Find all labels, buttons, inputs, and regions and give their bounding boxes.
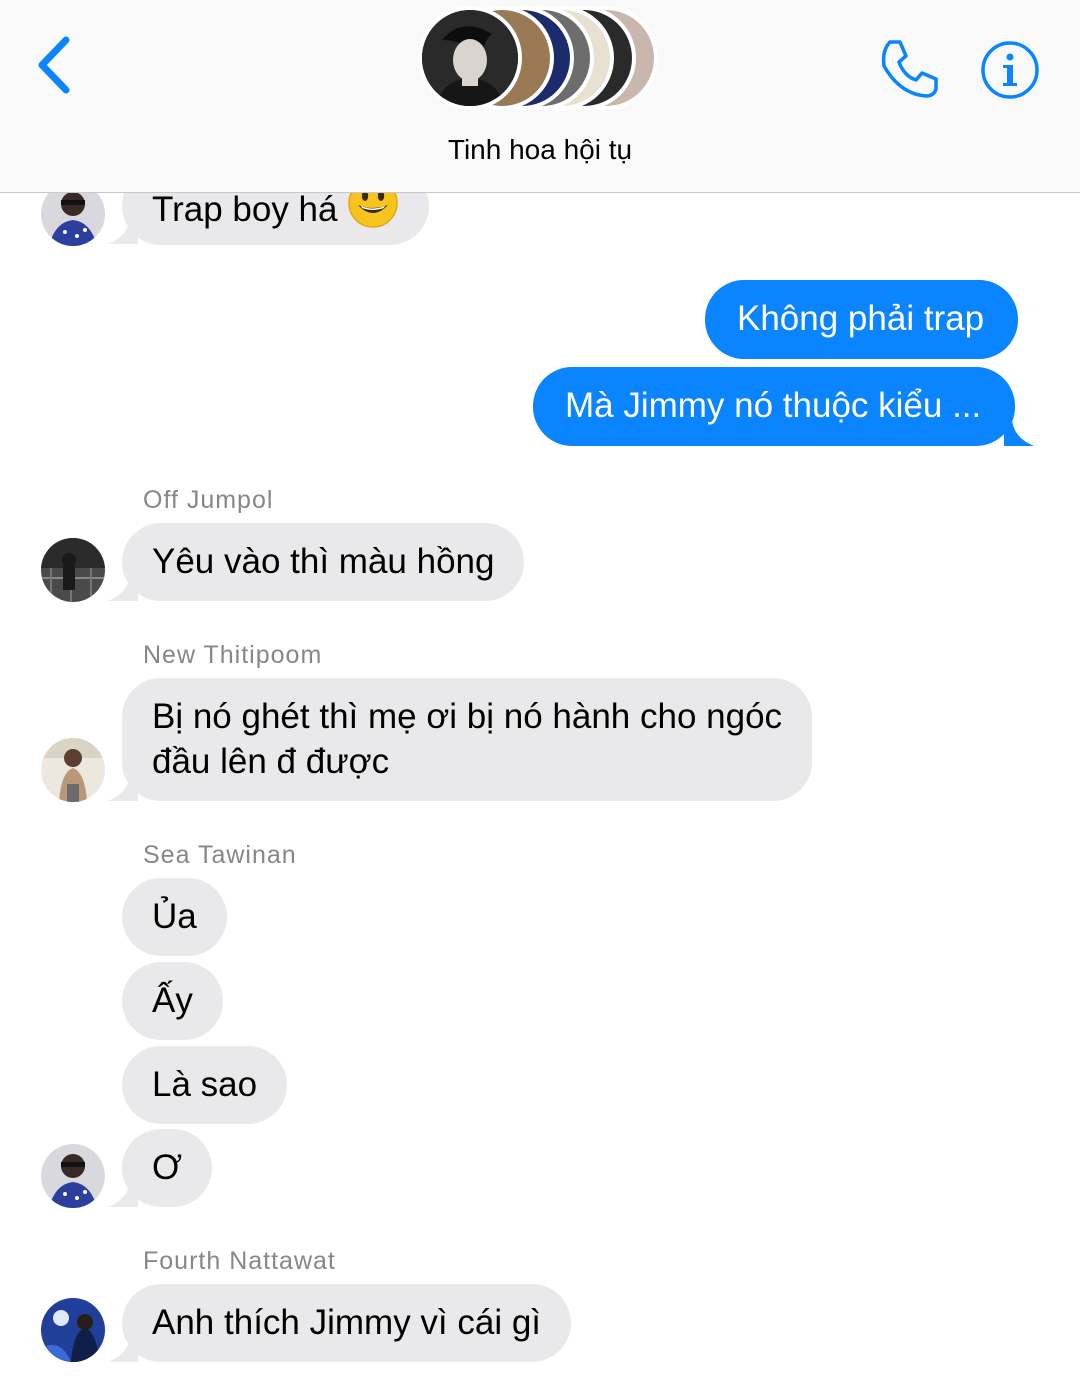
message-text: Ấy [152, 981, 193, 1020]
message-bubble-incoming[interactable]: Anh thích Jimmy vì cái gì [122, 1284, 572, 1362]
audio-call-button[interactable] [876, 36, 942, 102]
info-icon [981, 41, 1039, 99]
sender-name: Off Jumpol [143, 486, 274, 514]
group-avatar-stack[interactable] [418, 6, 668, 116]
message-bubble-incoming[interactable]: Ấy [122, 962, 223, 1040]
sender-name: Sea Tawinan [143, 841, 297, 869]
message-text: Anh thích Jimmy vì cái gì [152, 1303, 542, 1342]
message-bubble-outgoing[interactable]: Mà Jimmy nó thuộc kiểu ... [533, 367, 1016, 446]
chevron-left-icon [38, 36, 70, 94]
group-name[interactable]: Tinh hoa hội tụ [0, 134, 1080, 166]
back-button[interactable] [28, 30, 88, 100]
message-text: Yêu vào thì màu hồng [152, 542, 495, 581]
avatar-new-thitipoom[interactable] [41, 738, 105, 802]
message-list[interactable]: Trap boy há Không phải trap Mà Jimmy nó … [0, 0, 1080, 1384]
avatar-off-jumpol[interactable] [41, 538, 105, 602]
message-text-line: đầu lên đ được [152, 742, 390, 781]
message-text: Ủa [152, 897, 197, 936]
phone-icon [881, 40, 938, 98]
info-button[interactable] [978, 38, 1042, 102]
member-avatar [418, 6, 522, 110]
message-text-line: Bị nó ghét thì mẹ ơi bị nó hành cho ngóc [152, 697, 783, 736]
message-text: Trap boy há [152, 189, 338, 229]
message-text: Ơ [152, 1148, 183, 1187]
message-bubble-incoming[interactable]: Yêu vào thì màu hồng [122, 523, 525, 601]
message-text: Là sao [152, 1065, 258, 1104]
message-text: Mà Jimmy nó thuộc kiểu ... [565, 386, 982, 425]
sender-name: New Thitipoom [143, 641, 323, 669]
message-bubble-incoming[interactable]: Ơ [122, 1129, 213, 1207]
message-bubble-incoming[interactable]: Bị nó ghét thì mẹ ơi bị nó hành cho ngóc… [122, 678, 813, 801]
message-bubble-outgoing[interactable]: Không phải trap [705, 280, 1019, 359]
avatar-fourth-nattawat[interactable] [41, 1298, 105, 1362]
sender-name: Fourth Nattawat [143, 1247, 336, 1275]
message-bubble-incoming[interactable]: Là sao [122, 1046, 288, 1124]
conversation-header: Tinh hoa hội tụ [0, 0, 1080, 193]
message-bubble-incoming[interactable]: Ủa [122, 878, 227, 956]
message-text: Không phải trap [737, 299, 985, 338]
avatar-sea-tawinan[interactable] [41, 1144, 105, 1208]
